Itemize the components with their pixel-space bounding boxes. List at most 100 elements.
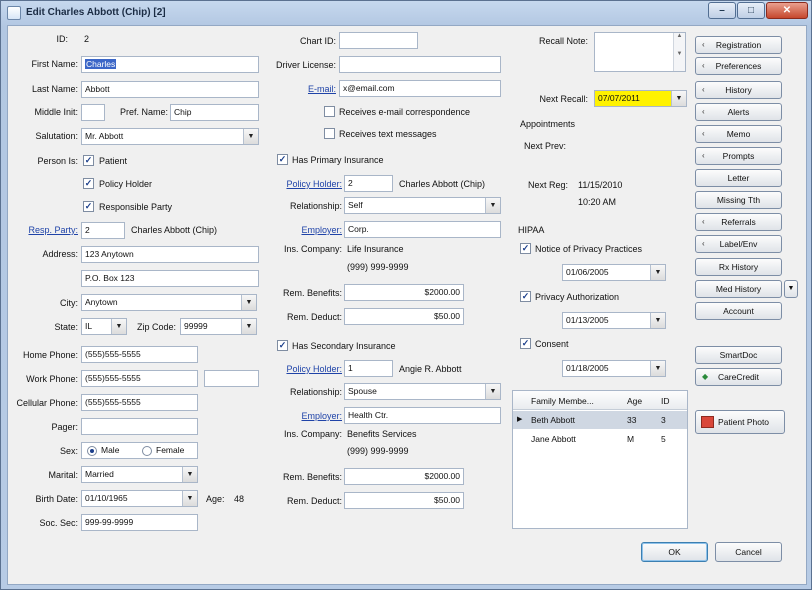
soc-sec-field[interactable]: 999-99-9999 [81,514,198,531]
policy-holder-checkbox[interactable]: ✓ [83,178,94,189]
address-line1-field[interactable]: 123 Anytown [81,246,259,263]
chevron-down-icon[interactable]: ▼ [111,319,126,334]
resp-party-id-field[interactable]: 2 [81,222,125,239]
prompts-button[interactable]: ‹ Prompts [695,147,782,165]
minimize-button[interactable]: – [708,2,736,19]
rx-history-button-label: Rx History [718,262,759,272]
next-recall-date-picker[interactable]: 07/07/2011 ▼ [594,90,687,107]
consent-checkbox[interactable]: ✓ [520,338,531,349]
consent-date-picker[interactable]: 01/18/2005 ▼ [562,360,666,377]
chevron-down-icon[interactable]: ▼ [182,491,197,506]
recall-note-field[interactable]: ▲ ▼ [594,32,686,72]
zip-code-dropdown[interactable]: 99999 ▼ [180,318,257,335]
marital-dropdown[interactable]: Married ▼ [81,466,198,483]
work-phone-field[interactable]: (555)555-5555 [81,370,198,387]
table-row[interactable]: Jane Abbott M 5 [513,430,687,448]
med-history-button[interactable]: Med History [695,280,782,298]
primary-policy-holder-id-field[interactable]: 2 [344,175,393,192]
secondary-relationship-dropdown[interactable]: Spouse ▼ [344,383,501,400]
chevron-down-icon[interactable]: ▼ [650,265,665,280]
cell-phone-field[interactable]: (555)555-5555 [81,394,198,411]
work-extension-field[interactable] [204,370,259,387]
registration-button[interactable]: ‹ Registration [695,36,782,54]
primary-rem-benefits-field[interactable]: $2000.00 [344,284,464,301]
registration-button-label: Registration [715,40,762,50]
city-dropdown[interactable]: Anytown ▼ [81,294,257,311]
maximize-button[interactable]: □ [737,2,765,19]
close-button[interactable]: ✕ [766,2,808,19]
primary-rem-deduct-field[interactable]: $50.00 [344,308,464,325]
privacy-authorization-checkbox[interactable]: ✓ [520,291,531,302]
privacy-authorization-date-picker[interactable]: 01/13/2005 ▼ [562,312,666,329]
first-name-field[interactable]: Charles [81,56,259,73]
receives-text-checkbox[interactable] [324,128,335,139]
primary-relationship-dropdown[interactable]: Self ▼ [344,197,501,214]
privacy-practices-date-picker[interactable]: 01/06/2005 ▼ [562,264,666,281]
secondary-policy-holder-id-field[interactable]: 1 [344,360,393,377]
middle-init-field[interactable] [81,104,105,121]
smartdoc-button[interactable]: SmartDoc [695,346,782,364]
recall-note-scrollbar[interactable]: ▲ ▼ [673,33,685,71]
resp-party-link[interactable]: Resp. Party: [8,225,78,235]
letter-button[interactable]: Letter [695,169,782,187]
female-radio[interactable] [142,446,152,456]
salutation-dropdown[interactable]: Mr. Abbott ▼ [81,128,259,145]
patient-checkbox[interactable]: ✓ [83,155,94,166]
receives-email-checkbox[interactable] [324,106,335,117]
state-dropdown[interactable]: IL ▼ [81,318,127,335]
primary-employer-field[interactable]: Corp. [344,221,501,238]
male-radio[interactable] [87,446,97,456]
privacy-practices-checkbox[interactable]: ✓ [520,243,531,254]
primary-policy-holder-link[interactable]: Policy Holder: [258,179,342,189]
drivers-license-field[interactable] [339,56,501,73]
secondary-rem-deduct-field[interactable]: $50.00 [344,492,464,509]
chevron-left-icon: ‹ [702,107,705,116]
chevron-down-icon[interactable]: ▼ [650,361,665,376]
secondary-policy-holder-link[interactable]: Policy Holder: [258,364,342,374]
responsible-party-checkbox[interactable]: ✓ [83,201,94,212]
age-value: 48 [234,494,245,504]
referrals-button[interactable]: ‹ Referrals [695,213,782,231]
memo-button[interactable]: ‹ Memo [695,125,782,143]
email-field[interactable]: x@email.com [339,80,501,97]
chevron-down-icon[interactable]: ▼ [671,91,686,106]
last-name-field[interactable]: Abbott [81,81,259,98]
chevron-down-icon[interactable]: ▼ [650,313,665,328]
birth-date-picker[interactable]: 01/10/1965 ▼ [81,490,198,507]
column-header-id[interactable]: ID [661,396,670,406]
missing-teeth-button[interactable]: Missing Tth [695,191,782,209]
pager-field[interactable] [81,418,198,435]
has-secondary-insurance-checkbox[interactable]: ✓ [277,340,288,351]
email-link[interactable]: E-mail: [276,84,336,94]
chevron-down-icon[interactable]: ▼ [485,384,500,399]
account-button[interactable]: Account [695,302,782,320]
rx-history-button[interactable]: Rx History [695,258,782,276]
id-label: ID: [56,34,68,44]
secondary-employer-field[interactable]: Health Ctr. [344,407,501,424]
cancel-button[interactable]: Cancel [715,542,782,562]
chart-id-field[interactable] [339,32,418,49]
chevron-down-icon[interactable]: ▼ [243,129,258,144]
home-phone-field[interactable]: (555)555-5555 [81,346,198,363]
column-header-age[interactable]: Age [627,396,642,406]
history-button[interactable]: ‹ History [695,81,782,99]
column-header-family-member[interactable]: Family Membe... [531,396,594,406]
table-row[interactable]: ▶ Beth Abbott 33 3 [513,411,687,429]
chevron-down-icon[interactable]: ▼ [241,319,256,334]
primary-employer-link[interactable]: Employer: [258,225,342,235]
secondary-rem-benefits-field[interactable]: $2000.00 [344,468,464,485]
preferences-button[interactable]: ‹ Preferences [695,57,782,75]
alerts-button[interactable]: ‹ Alerts [695,103,782,121]
chevron-down-icon[interactable]: ▼ [241,295,256,310]
has-primary-insurance-checkbox[interactable]: ✓ [277,154,288,165]
pref-name-field[interactable]: Chip [170,104,259,121]
carecredit-button[interactable]: ◆ CareCredit [695,368,782,386]
chevron-down-icon[interactable]: ▼ [182,467,197,482]
secondary-employer-link[interactable]: Employer: [258,411,342,421]
label-env-button[interactable]: ‹ Label/Env [695,235,782,253]
chevron-down-icon[interactable]: ▼ [485,198,500,213]
patient-photo-button[interactable]: Patient Photo [695,410,785,434]
ok-button[interactable]: OK [641,542,708,562]
med-history-dropdown-icon[interactable]: ▼ [784,280,798,298]
address-line2-field[interactable]: P.O. Box 123 [81,270,259,287]
